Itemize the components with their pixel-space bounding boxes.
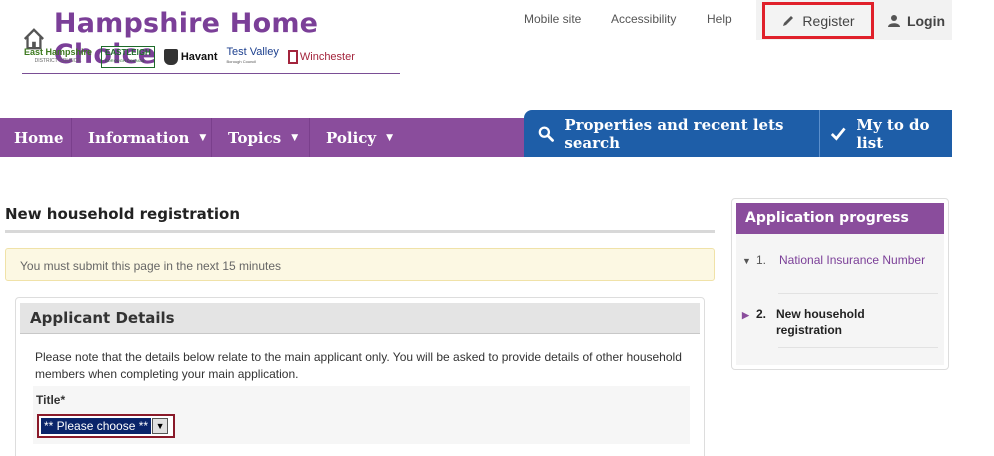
register-label: Register [802, 12, 855, 29]
accessibility-link[interactable]: Accessibility [611, 12, 676, 26]
step-divider [778, 293, 938, 294]
step-divider [778, 347, 938, 348]
title-select-value: ** Please choose ** [41, 418, 152, 434]
checkmark-icon [830, 127, 846, 141]
caret-down-icon: ▼ [199, 132, 207, 143]
caret-down-icon: ▼ [386, 132, 394, 143]
timer-warning: You must submit this page in the next 15… [5, 248, 715, 281]
login-button[interactable]: Login [880, 2, 952, 39]
nav-information[interactable]: Information ▼ [72, 118, 212, 157]
winchester-logo: Winchester [287, 50, 355, 64]
step-number: 1. [756, 253, 767, 267]
triangle-right-icon: ▶ [742, 310, 749, 320]
main-nav: Home Information ▼ Topics ▼ Policy ▼ [0, 118, 524, 157]
progress-step-1[interactable]: ▼ 1. National Insurance Number [742, 252, 926, 269]
eastleigh-logo: EASTLEIGH BOROUGH COUNCIL [101, 46, 155, 68]
triangle-down-icon: ▼ [742, 256, 751, 266]
nav-topics[interactable]: Topics ▼ [212, 118, 310, 157]
sidebar-title: Application progress [736, 203, 944, 234]
login-label: Login [906, 12, 946, 29]
council-logos: East Hampshire DISTRICT COUNCIL EASTLEIG… [24, 46, 355, 68]
east-hampshire-logo: East Hampshire DISTRICT COUNCIL [24, 47, 93, 65]
step-label: New household registration [776, 307, 865, 337]
caret-down-icon: ▼ [291, 132, 299, 143]
nav-policy[interactable]: Policy ▼ [310, 118, 400, 157]
section-note: Please note that the details below relat… [35, 350, 682, 381]
pencil-icon [783, 15, 794, 26]
mobile-site-link[interactable]: Mobile site [524, 12, 581, 26]
user-icon [887, 14, 900, 27]
quick-links-bar: Properties and recent lets search My to … [524, 110, 952, 157]
havant-logo: Havant [163, 49, 218, 65]
winchester-crest-icon [287, 50, 298, 64]
title-label: Title* [36, 393, 66, 407]
register-button[interactable]: Register [762, 2, 874, 39]
nav-home[interactable]: Home [0, 118, 72, 157]
step-label: National Insurance Number [779, 253, 926, 267]
section-title: Applicant Details [20, 303, 700, 334]
property-search-link[interactable]: Properties and recent lets search [524, 110, 820, 157]
todo-list-link[interactable]: My to do list [820, 110, 952, 157]
havant-crest-icon [163, 49, 178, 65]
search-icon [538, 125, 554, 142]
step-number: 2. [756, 307, 767, 321]
site-logo[interactable]: Hampshire Home Choice East Hampshire DIS… [22, 8, 400, 74]
page-title: New household registration [5, 205, 241, 223]
help-link[interactable]: Help [707, 12, 732, 26]
title-divider [5, 230, 715, 233]
test-valley-logo: Test Valley Borough Council [226, 46, 279, 65]
dropdown-arrow-icon[interactable]: ▼ [152, 418, 169, 434]
title-select[interactable]: ** Please choose ** ▼ [37, 414, 175, 438]
progress-step-2: ▶ 2. New household registration [742, 306, 926, 338]
